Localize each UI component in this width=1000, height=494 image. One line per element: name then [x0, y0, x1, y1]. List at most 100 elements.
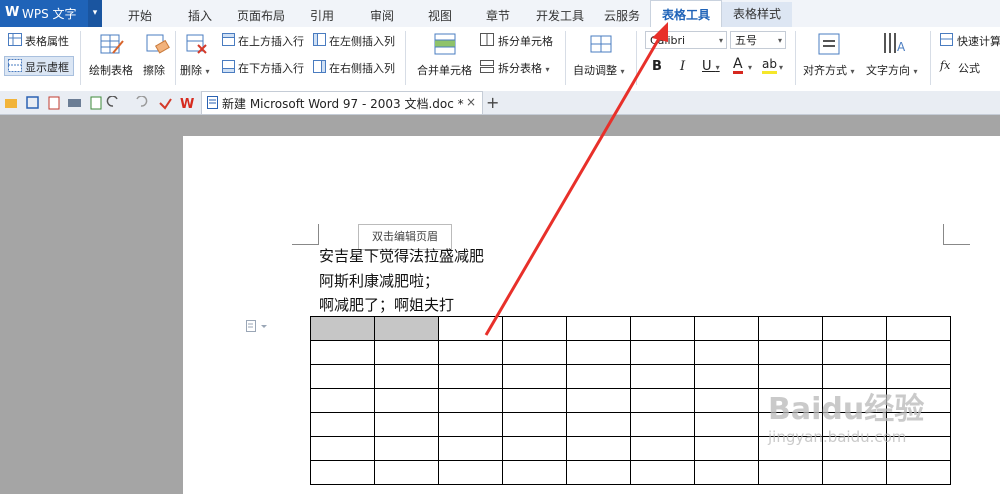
document-tab[interactable]: 新建 Microsoft Word 97 - 2003 文档.doc * × — [201, 91, 483, 114]
table-cell[interactable] — [630, 460, 695, 485]
table-cell[interactable] — [630, 316, 695, 341]
tab-cloud[interactable]: 云服务 — [604, 7, 640, 24]
app-menu-dropdown-icon[interactable]: ▾ — [88, 0, 102, 27]
body-line-1[interactable]: 安吉星下觉得法拉盛减肥 — [319, 245, 484, 266]
merge-cells-button[interactable]: 合并单元格 — [417, 62, 472, 78]
table-cell[interactable] — [758, 460, 823, 485]
table-cell[interactable] — [438, 388, 503, 413]
tab-view[interactable]: 视图 — [428, 7, 452, 24]
insert-row-below-button[interactable]: 在下方插入行 — [238, 60, 304, 76]
table-cell[interactable] — [694, 412, 759, 437]
split-table-button[interactable]: 拆分表格 ▾ — [498, 60, 550, 76]
table-cell[interactable] — [694, 364, 759, 389]
table-cell[interactable] — [694, 388, 759, 413]
table-cell[interactable] — [502, 436, 567, 461]
table-cell[interactable] — [694, 436, 759, 461]
split-cells-button[interactable]: 拆分单元格 — [498, 33, 553, 49]
body-line-2[interactable]: 阿斯利康减肥啦； — [319, 270, 439, 291]
table-cell[interactable] — [374, 412, 439, 437]
table-cell[interactable] — [886, 316, 951, 341]
table-cell[interactable] — [886, 460, 951, 485]
table-cell[interactable] — [758, 340, 823, 365]
formula-button[interactable]: 公式 — [958, 60, 980, 76]
tab-references[interactable]: 引用 — [310, 7, 334, 24]
font-name-select[interactable]: Calibri ▾ — [645, 31, 727, 49]
paragraph-handle-icon[interactable] — [246, 320, 270, 333]
highlight-dropdown-icon[interactable]: ▾ — [779, 60, 783, 73]
table-cell[interactable] — [566, 460, 631, 485]
table-cell[interactable] — [822, 460, 887, 485]
table-cell[interactable] — [502, 316, 567, 341]
table-cell[interactable] — [630, 364, 695, 389]
highlight-button[interactable]: ab — [762, 57, 777, 74]
table-cell[interactable] — [310, 340, 375, 365]
table-cell[interactable] — [502, 364, 567, 389]
table-cell[interactable] — [438, 340, 503, 365]
table-cell[interactable] — [502, 460, 567, 485]
eraser-button[interactable]: 擦除 — [143, 62, 165, 78]
table-cell[interactable] — [310, 388, 375, 413]
table-cell[interactable] — [694, 460, 759, 485]
table-cell[interactable] — [566, 364, 631, 389]
table-cell[interactable] — [630, 340, 695, 365]
autofit-button[interactable]: 自动调整 ▾ — [573, 62, 625, 78]
table-cell[interactable] — [502, 388, 567, 413]
table-cell[interactable] — [374, 340, 439, 365]
table-cell[interactable] — [566, 436, 631, 461]
text-direction-button[interactable]: 文字方向 ▾ — [866, 62, 918, 78]
table-cell[interactable] — [310, 316, 375, 341]
tab-chapter[interactable]: 章节 — [486, 7, 510, 24]
table-cell[interactable] — [630, 436, 695, 461]
table-cell[interactable] — [758, 316, 823, 341]
font-color-button[interactable]: A — [733, 57, 743, 74]
tab-review[interactable]: 审阅 — [370, 7, 394, 24]
table-cell[interactable] — [310, 412, 375, 437]
wps-w-icon[interactable]: W — [180, 96, 196, 110]
app-menu-button[interactable]: W WPS 文字 — [0, 0, 102, 27]
table-cell[interactable] — [822, 340, 887, 365]
tab-insert[interactable]: 插入 — [188, 7, 212, 24]
table-cell[interactable] — [502, 340, 567, 365]
table-cell[interactable] — [630, 412, 695, 437]
insert-col-right-button[interactable]: 在右侧插入列 — [329, 60, 395, 76]
table-cell[interactable] — [694, 316, 759, 341]
insert-row-above-button[interactable]: 在上方插入行 — [238, 33, 304, 49]
table-cell[interactable] — [374, 436, 439, 461]
table-cell[interactable] — [438, 412, 503, 437]
font-size-select[interactable]: 五号 ▾ — [730, 31, 786, 49]
table-cell[interactable] — [310, 436, 375, 461]
table-cell[interactable] — [822, 316, 887, 341]
tab-table-style[interactable]: 表格样式 — [722, 2, 792, 27]
tab-table-tools[interactable]: 表格工具 — [650, 0, 722, 27]
font-color-dropdown-icon[interactable]: ▾ — [748, 60, 752, 73]
table-cell[interactable] — [566, 412, 631, 437]
table-cell[interactable] — [502, 412, 567, 437]
quick-calc-button[interactable]: 快速计算 — [957, 33, 1000, 49]
new-tab-icon[interactable]: + — [486, 93, 499, 112]
tab-page-layout[interactable]: 页面布局 — [237, 7, 285, 24]
table-cell[interactable] — [374, 460, 439, 485]
table-cell[interactable] — [438, 460, 503, 485]
italic-button[interactable]: I — [680, 59, 685, 74]
table-properties-button[interactable]: 表格属性 — [25, 33, 69, 49]
table-cell[interactable] — [310, 460, 375, 485]
tab-developer[interactable]: 开发工具 — [536, 7, 584, 24]
bold-button[interactable]: B — [652, 59, 662, 74]
underline-button[interactable]: U ▾ — [702, 59, 720, 74]
table-cell[interactable] — [566, 316, 631, 341]
tab-start[interactable]: 开始 — [128, 7, 152, 24]
table-cell[interactable] — [310, 364, 375, 389]
body-line-3[interactable]: 啊减肥了；啊姐夫打 — [319, 294, 454, 315]
table-cell[interactable] — [438, 436, 503, 461]
table-cell[interactable] — [630, 388, 695, 413]
table-cell[interactable] — [694, 340, 759, 365]
table-cell[interactable] — [566, 388, 631, 413]
delete-button[interactable]: 删除 ▾ — [180, 62, 210, 78]
table-cell[interactable] — [438, 316, 503, 341]
table-cell[interactable] — [566, 340, 631, 365]
align-button[interactable]: 对齐方式 ▾ — [803, 62, 855, 78]
insert-col-left-button[interactable]: 在左侧插入列 — [329, 33, 395, 49]
table-cell[interactable] — [374, 316, 439, 341]
table-cell[interactable] — [374, 364, 439, 389]
table-cell[interactable] — [374, 388, 439, 413]
